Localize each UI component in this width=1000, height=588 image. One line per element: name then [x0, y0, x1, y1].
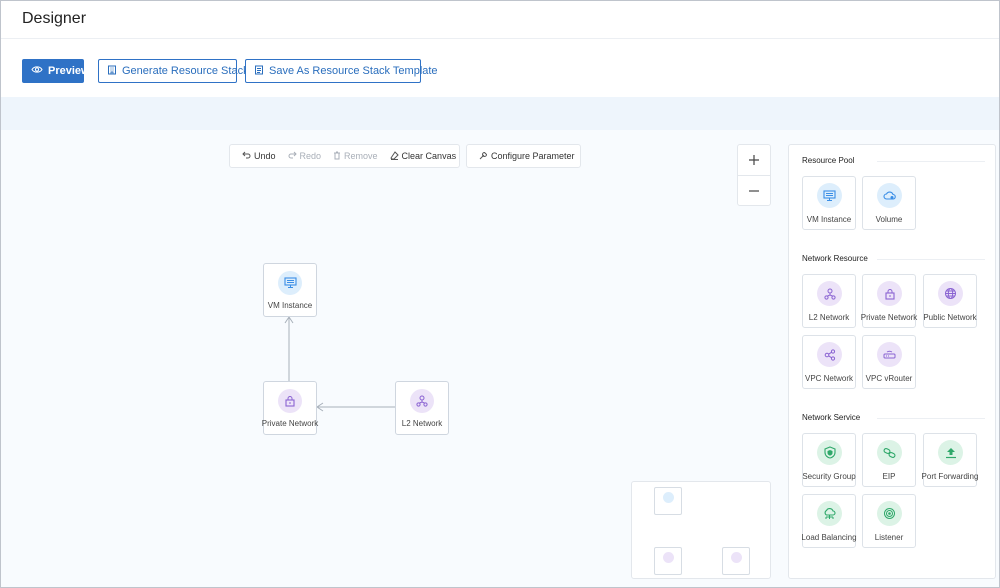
palette-item-label: L2 Network	[808, 313, 850, 322]
volume-icon	[877, 183, 902, 208]
plus-icon	[749, 155, 759, 165]
minimap-node	[654, 487, 682, 515]
palette-item-label: Load Balancing	[801, 533, 857, 542]
edit-toolbar: Undo Redo Remove Clear Canvas	[229, 144, 460, 168]
vpc-network-icon	[817, 342, 842, 367]
public-network-icon	[938, 281, 963, 306]
eraser-icon	[389, 150, 399, 162]
palette-item-listener[interactable]: Listener	[862, 494, 916, 548]
undo-label: Undo	[254, 151, 276, 161]
vm-instance-icon	[663, 492, 674, 503]
resource-panel: Resource Pool VM Instance Volume Network…	[788, 144, 996, 579]
undo-icon	[242, 151, 251, 161]
section-title-network-resource: Network Resource	[802, 254, 868, 263]
palette-item-label: Port Forwarding	[921, 472, 979, 481]
section-divider	[877, 259, 985, 260]
remove-button[interactable]: Remove	[327, 151, 384, 162]
private-network-icon	[663, 552, 674, 563]
palette-item-label: Private Network	[860, 313, 918, 322]
remove-label: Remove	[344, 151, 378, 161]
zoom-control	[737, 144, 771, 206]
generate-resource-stack-button[interactable]: Generate Resource Stack	[98, 59, 249, 83]
palette-item-label: Public Network	[923, 313, 977, 322]
minimap-node	[722, 547, 750, 575]
palette-item-load-balancing[interactable]: Load Balancing	[801, 494, 857, 548]
save-template-label: Save As Resource Stack Template	[269, 65, 438, 77]
canvas-node-label: L2 Network	[401, 419, 443, 428]
preview-label: Preview	[48, 65, 90, 77]
save-as-template-button[interactable]: Save As Resource Stack Template	[245, 59, 438, 83]
zoom-in-button[interactable]	[738, 145, 770, 175]
parameter-toolbar: Configure Parameter	[466, 144, 581, 168]
palette-item-l2-network[interactable]: L2 Network	[802, 274, 856, 328]
clear-canvas-label: Clear Canvas	[401, 151, 457, 161]
canvas-node-l2-network[interactable]: L2 Network	[395, 381, 449, 435]
section-title-network-service: Network Service	[802, 413, 861, 422]
listener-icon	[877, 501, 902, 526]
redo-button[interactable]: Redo	[282, 151, 328, 161]
preview-button[interactable]: Preview	[22, 59, 90, 83]
palette-item-label: Volume	[875, 215, 903, 224]
eip-icon	[877, 440, 902, 465]
palette-item-eip[interactable]: EIP	[862, 433, 916, 487]
l2-network-icon	[410, 389, 434, 413]
private-network-icon	[278, 389, 302, 413]
palette-item-vpc-vrouter[interactable]: VPC vRouter	[862, 335, 916, 389]
minimap[interactable]	[631, 481, 771, 579]
palette-item-label: Security Group	[802, 472, 856, 481]
configure-parameter-button[interactable]: Configure Parameter	[473, 151, 581, 162]
generate-label: Generate Resource Stack	[122, 65, 249, 77]
page-header: Designer	[1, 1, 999, 39]
info-band	[1, 97, 999, 130]
load-balancing-icon	[817, 501, 842, 526]
zoom-out-button[interactable]	[738, 176, 770, 206]
palette-item-public-network[interactable]: Public Network	[923, 274, 977, 328]
section-divider	[877, 161, 985, 162]
l2-network-icon	[731, 552, 742, 563]
private-network-icon	[877, 281, 902, 306]
vpc-vrouter-icon	[877, 342, 902, 367]
building-icon	[107, 65, 117, 78]
palette-item-volume[interactable]: Volume	[862, 176, 916, 230]
minimap-node	[654, 547, 682, 575]
security-group-icon	[817, 440, 842, 465]
port-forwarding-icon	[938, 440, 963, 465]
l2-network-icon	[817, 281, 842, 306]
minus-icon	[749, 190, 759, 192]
document-icon	[254, 65, 264, 78]
palette-item-security-group[interactable]: Security Group	[802, 433, 856, 487]
palette-item-label: VPC vRouter	[865, 374, 913, 383]
canvas-node-label: VM Instance	[267, 301, 313, 310]
vm-instance-icon	[817, 183, 842, 208]
redo-label: Redo	[299, 151, 322, 161]
palette-item-label: VM Instance	[806, 215, 852, 224]
wrench-icon	[479, 151, 488, 162]
page-title: Designer	[22, 10, 87, 27]
section-title-resource-pool: Resource Pool	[802, 156, 855, 165]
palette-item-port-forwarding[interactable]: Port Forwarding	[922, 433, 978, 487]
palette-item-private-network[interactable]: Private Network	[861, 274, 917, 328]
palette-item-label: EIP	[882, 472, 896, 481]
canvas-node-label: Private Network	[261, 419, 319, 428]
palette-item-vm-instance[interactable]: VM Instance	[802, 176, 856, 230]
vm-instance-icon	[278, 271, 302, 295]
palette-item-label: Listener	[874, 533, 904, 542]
redo-icon	[288, 151, 297, 161]
clear-canvas-button[interactable]: Clear Canvas	[384, 150, 463, 162]
trash-icon	[333, 151, 341, 162]
section-divider	[877, 418, 985, 419]
canvas-node-vm-instance[interactable]: VM Instance	[263, 263, 317, 317]
configure-parameter-label: Configure Parameter	[491, 151, 575, 161]
palette-item-label: VPC Network	[804, 374, 853, 383]
canvas-node-private-network[interactable]: Private Network	[262, 381, 318, 435]
undo-button[interactable]: Undo	[236, 151, 282, 161]
eye-icon	[31, 65, 43, 77]
palette-item-vpc-network[interactable]: VPC Network	[802, 335, 856, 389]
